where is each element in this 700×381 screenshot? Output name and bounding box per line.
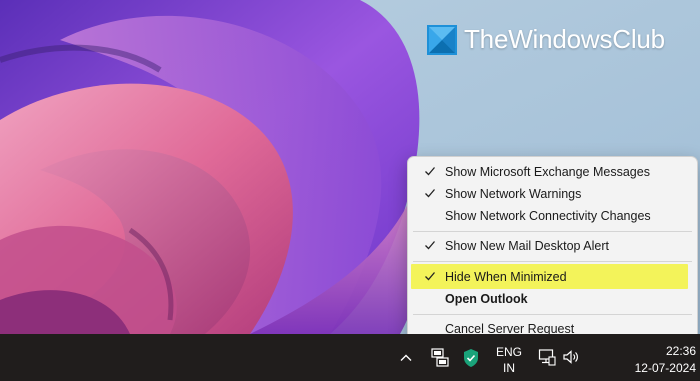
watermark-text: TheWindowsClub [464,24,665,54]
menu-item-label: Open Outlook [445,292,528,306]
menu-item-show-network-warnings[interactable]: Show Network Warnings [412,183,693,205]
menu-separator [413,261,692,262]
checkmark-icon [425,241,435,250]
clock-time: 22:36 [665,344,696,358]
menu-item-label: Show Network Connectivity Changes [445,209,651,223]
outlook-tray-icon[interactable] [431,347,449,367]
language-code: ENG [495,345,522,359]
network-icon[interactable] [538,348,556,366]
menu-item-label: Hide When Minimized [445,269,567,284]
menu-item-label: Show Microsoft Exchange Messages [445,165,650,179]
clock-date: 12-07-2024 [634,361,696,375]
menu-item-open-outlook[interactable]: Open Outlook [412,288,693,310]
menu-item-hide-when-minimized[interactable]: Hide When Minimized [411,264,688,289]
checkmark-icon [425,272,435,281]
menu-separator [413,314,692,315]
menu-item-label: Show New Mail Desktop Alert [445,239,609,253]
system-clock[interactable]: 22:36 12-07-2024 [588,343,696,377]
menu-item-show-exchange-messages[interactable]: Show Microsoft Exchange Messages [412,161,693,183]
chevron-up-icon[interactable] [398,350,414,366]
menu-item-label: Show Network Warnings [445,187,582,201]
taskbar: ENG IN 22:36 12-07-2024 [0,334,700,381]
security-shield-icon[interactable] [462,348,480,368]
menu-item-show-new-mail-alert[interactable]: Show New Mail Desktop Alert [412,235,693,257]
windows-logo-icon [427,24,457,55]
language-region: IN [503,361,515,375]
language-indicator[interactable]: ENG IN [492,344,526,376]
tray-context-menu: Show Microsoft Exchange Messages Show Ne… [407,156,698,343]
checkmark-icon [425,167,435,176]
watermark: TheWindowsClub [427,24,665,55]
checkmark-icon [425,189,435,198]
menu-separator [413,231,692,232]
menu-item-show-network-connectivity-changes[interactable]: Show Network Connectivity Changes [412,205,693,227]
volume-icon[interactable] [562,348,580,366]
